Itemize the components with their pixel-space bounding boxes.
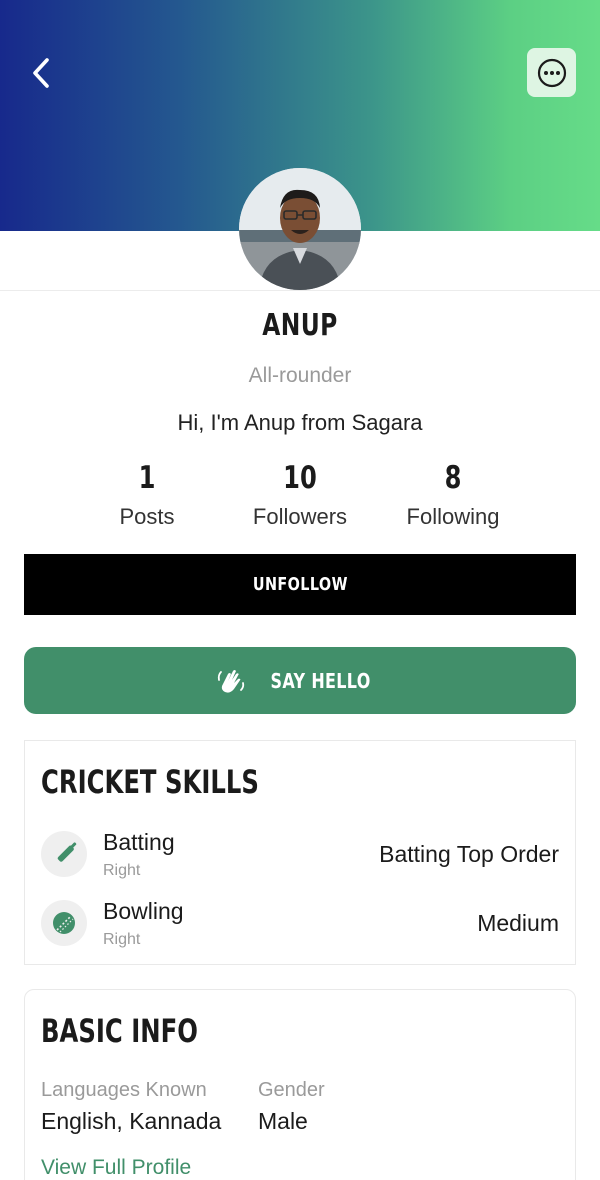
avatar[interactable]	[239, 168, 361, 290]
skill-name: Bowling	[103, 898, 184, 924]
back-button[interactable]	[24, 54, 58, 92]
stat-value: 8	[444, 460, 462, 496]
cricket-skills-card: CRICKET SKILLS Batting Right Batting Top…	[24, 740, 576, 965]
chevron-left-icon	[33, 58, 49, 88]
divider	[0, 290, 600, 291]
card-title: CRICKET SKILLS	[41, 763, 259, 801]
cricket-bat-icon	[41, 831, 87, 877]
gender-label: Gender	[258, 1079, 325, 1101]
stat-label: Posts	[119, 504, 175, 529]
skill-row-bowling: Bowling Right Medium	[41, 898, 559, 960]
more-options-button[interactable]	[527, 48, 576, 97]
more-dots-icon	[537, 58, 566, 87]
stat-following[interactable]: 8 Following	[373, 460, 533, 530]
card-title: BASIC INFO	[41, 1012, 198, 1050]
basic-info-card: BASIC INFO Languages Known English, Kann…	[24, 989, 576, 1180]
view-full-profile-link[interactable]: View Full Profile	[41, 1156, 191, 1180]
skill-hand: Right	[103, 931, 141, 948]
gender-value: Male	[258, 1108, 308, 1134]
skill-value: Medium	[477, 910, 559, 936]
profile-bio: Hi, I'm Anup from Sagara	[177, 410, 423, 435]
skill-hand: Right	[103, 862, 141, 879]
stat-posts[interactable]: 1 Posts	[67, 460, 227, 530]
unfollow-button[interactable]: UNFOLLOW	[24, 554, 576, 615]
stat-label: Following	[406, 504, 500, 529]
say-hello-label: SAY HELLO	[270, 668, 372, 693]
skill-name: Batting	[103, 829, 175, 855]
stat-followers[interactable]: 10 Followers	[220, 460, 380, 530]
skill-value: Batting Top Order	[379, 841, 559, 867]
profile-name: ANUP	[262, 308, 338, 343]
unfollow-label: UNFOLLOW	[252, 574, 348, 595]
stat-label: Followers	[252, 504, 348, 529]
skill-row-batting: Batting Right Batting Top Order	[41, 829, 559, 891]
stat-value: 1	[138, 460, 156, 496]
waving-hands-icon	[218, 669, 245, 693]
languages-label: Languages Known	[41, 1079, 207, 1101]
say-hello-button[interactable]: SAY HELLO	[24, 647, 576, 714]
languages-value: English, Kannada	[41, 1108, 222, 1134]
stat-value: 10	[283, 460, 317, 496]
cricket-ball-icon	[41, 900, 87, 946]
profile-role: All-rounder	[248, 364, 352, 387]
